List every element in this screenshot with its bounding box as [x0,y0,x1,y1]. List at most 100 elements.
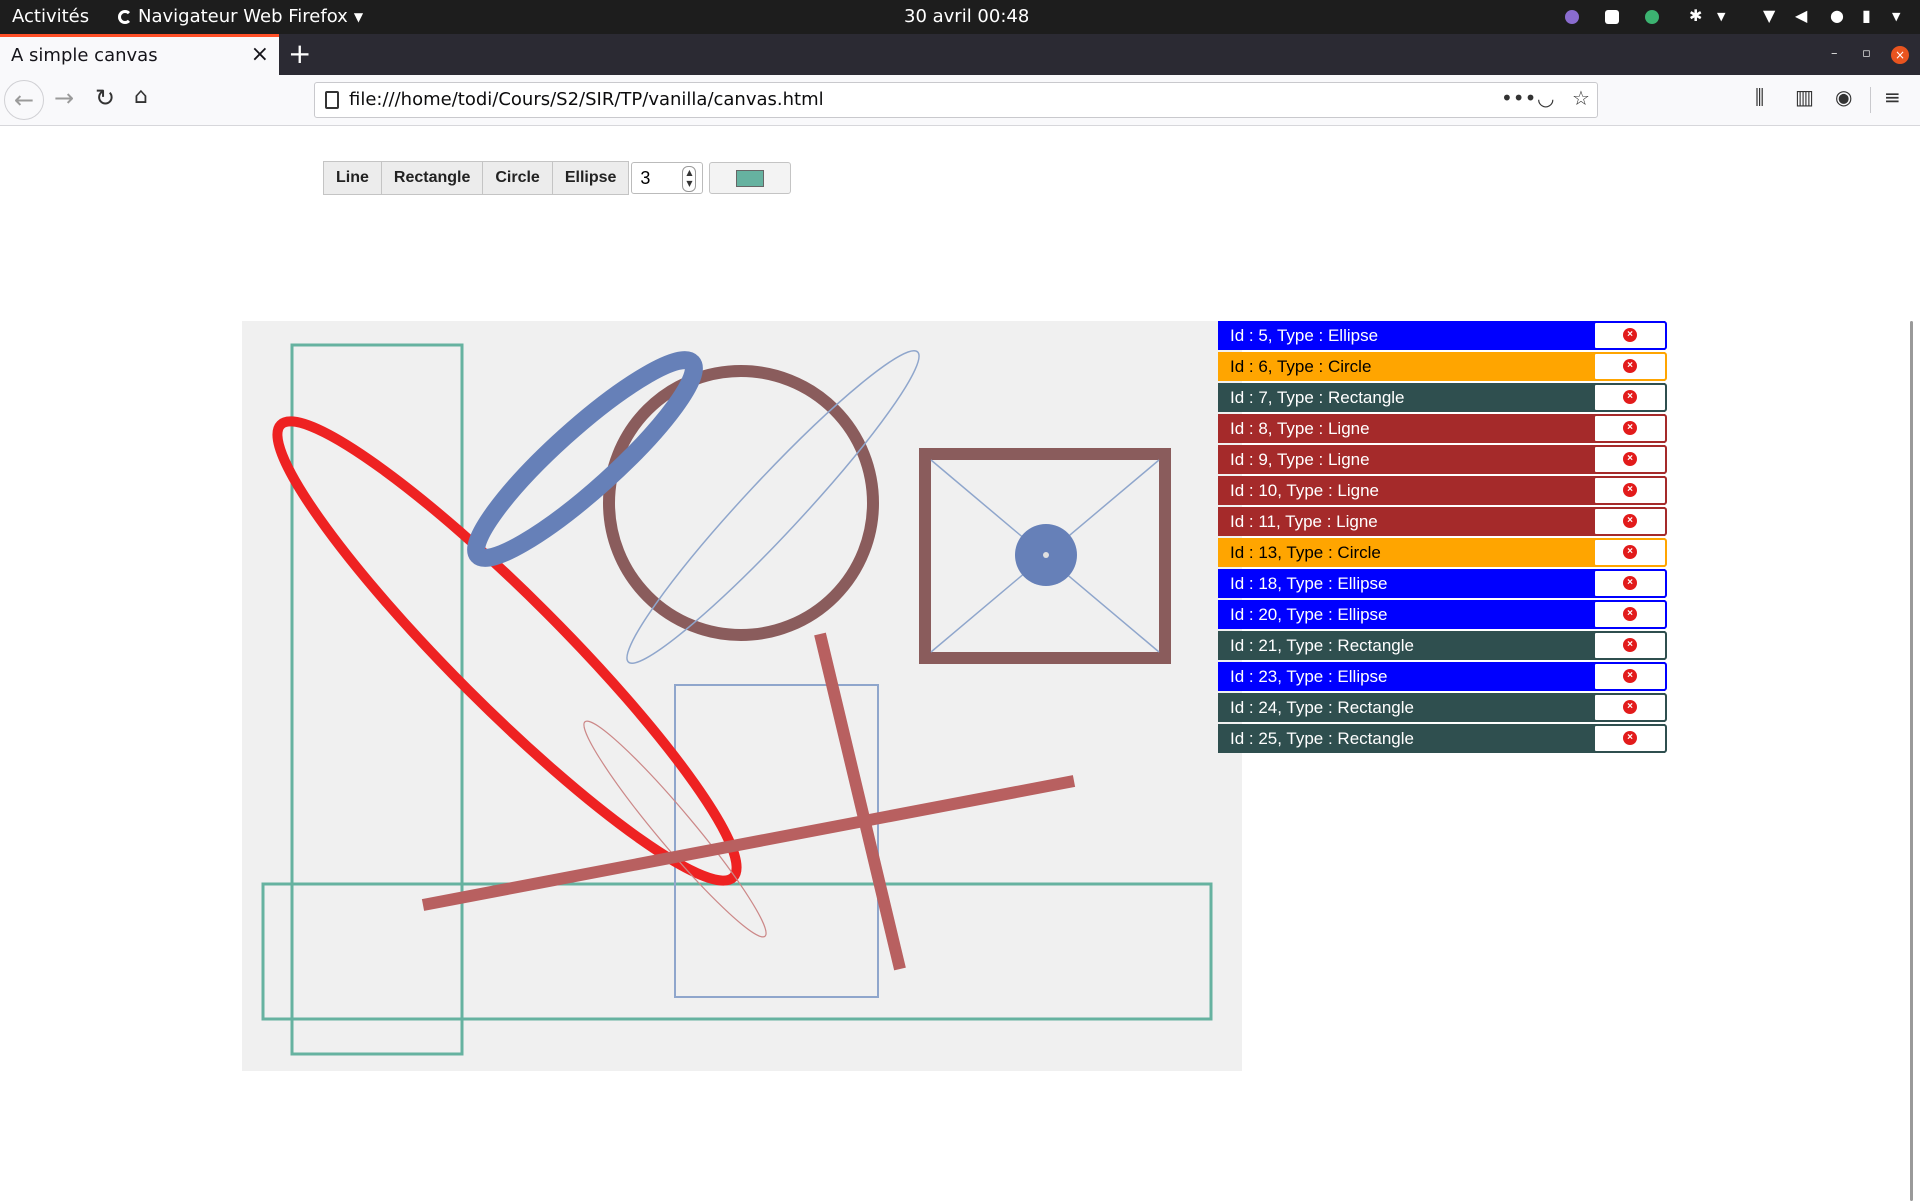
page-content: Line Rectangle Circle Ellipse 3 ▲ ▼ Id:… [0,126,1920,1201]
app-menu[interactable]: Navigateur Web Firefox ▼ [118,6,363,27]
url-text[interactable]: file:///home/todi/Cours/S2/SIR/TP/vanill… [349,89,824,110]
delete-icon: × [1623,483,1637,497]
shape-list-item: Id : 20, Type : Ellipse × [1218,600,1667,629]
shape-list-item: Id : 5, Type : Ellipse × [1218,321,1667,350]
shape-list-item: Id : 24, Type : Rectangle × [1218,693,1667,722]
sidebar-icon[interactable]: ▥ [1795,85,1814,109]
canvas-drawing [261,343,1213,1056]
activities-button[interactable]: Activités [12,6,89,27]
shape-list-label: Id : 7, Type : Rectangle [1230,387,1405,407]
forward-icon[interactable]: → [54,84,74,112]
delete-shape-button[interactable]: × [1593,507,1667,536]
shape-line [421,775,1076,911]
rectangle-button[interactable]: Rectangle [380,161,484,195]
delete-shape-button[interactable]: × [1593,476,1667,505]
drawing-canvas[interactable] [242,321,1242,1071]
minimize-icon[interactable]: – [1831,46,1838,61]
hamburger-menu-icon[interactable]: ≡ [1884,85,1901,109]
shape-list-item: Id : 25, Type : Rectangle × [1218,724,1667,753]
back-icon[interactable]: ← [4,80,44,120]
indicator-icon[interactable] [1565,10,1579,24]
chevron-down-icon[interactable]: ▼ [1717,10,1725,23]
delete-icon: × [1623,421,1637,435]
shape-list-label: Id : 11, Type : Ligne [1230,511,1378,531]
ellipse-button[interactable]: Ellipse [551,161,630,195]
circle-button[interactable]: Circle [482,161,553,195]
shape-list-label: Id : 6, Type : Circle [1230,356,1372,376]
restore-icon[interactable]: ▫ [1862,46,1871,61]
toolbar-separator [1870,87,1871,113]
shape-rectangle [261,882,1213,1021]
shape-list-label: Id : 9, Type : Ligne [1230,449,1370,469]
shape-list-label: Id : 25, Type : Rectangle [1230,728,1414,748]
delete-shape-button[interactable]: × [1593,569,1667,598]
battery-icon[interactable]: ▮ [1862,6,1871,25]
chevron-down-icon: ▼ [353,9,364,24]
shape-ellipse [272,416,742,886]
shield-icon[interactable] [1605,10,1619,24]
delete-shape-button[interactable]: × [1593,724,1667,753]
delete-shape-button[interactable]: × [1593,600,1667,629]
shape-list-item: Id : 9, Type : Ligne × [1218,445,1667,474]
volume-icon[interactable]: ◀ [1795,6,1807,25]
thickness-value[interactable]: 3 [640,168,650,189]
color-picker[interactable] [709,162,792,194]
delete-icon: × [1623,700,1637,714]
shape-list-label: Id : 13, Type : Circle [1230,542,1381,562]
shape-list-item: Id : 10, Type : Ligne × [1218,476,1667,505]
delete-shape-button[interactable]: × [1593,383,1667,412]
spinner-arrows-icon[interactable]: ▲ ▼ [682,166,697,192]
shape-list-label: Id : 21, Type : Rectangle [1230,635,1414,655]
pocket-icon[interactable]: ◡ [1537,86,1554,110]
shape-list-label: Id : 24, Type : Rectangle [1230,697,1414,717]
accessibility-icon[interactable]: ✱ [1689,6,1702,25]
home-icon[interactable]: ⌂ [134,84,148,109]
delete-icon: × [1623,452,1637,466]
shape-list-label: Id : 5, Type : Ellipse [1230,325,1379,345]
shape-list-item: Id : 18, Type : Ellipse × [1218,569,1667,598]
page-scrollbar[interactable] [1910,321,1913,1201]
delete-shape-button[interactable]: × [1593,631,1667,660]
url-bar[interactable]: file:///home/todi/Cours/S2/SIR/TP/vanill… [314,82,1598,118]
delete-shape-button[interactable]: × [1593,445,1667,474]
tab-title: A simple canvas [11,45,158,66]
delete-icon: × [1623,669,1637,683]
delete-icon: × [1623,545,1637,559]
microphone-icon[interactable]: ● [1830,6,1844,25]
shape-list-item: Id : 21, Type : Rectangle × [1218,631,1667,660]
shape-rectangle [290,343,464,1056]
delete-shape-button[interactable]: × [1593,662,1667,691]
reload-icon[interactable]: ↻ [95,84,115,112]
shape-list-item: Id : 6, Type : Circle × [1218,352,1667,381]
delete-shape-button[interactable]: × [1593,693,1667,722]
shape-list-item: Id : 13, Type : Circle × [1218,538,1667,567]
wifi-icon[interactable]: ▼ [1763,6,1775,25]
chevron-down-icon[interactable]: ▼ [1892,10,1900,23]
tab-active[interactable]: A simple canvas × [0,34,279,75]
clock[interactable]: 30 avril 00:48 [904,6,1029,27]
delete-icon: × [1623,514,1637,528]
line-button[interactable]: Line [323,161,382,195]
bookmark-star-icon[interactable]: ☆ [1572,86,1590,110]
close-icon[interactable]: × [251,42,269,67]
delete-shape-button[interactable]: × [1593,321,1667,350]
app-menu-label: Navigateur Web Firefox [138,6,348,27]
shape-list-item: Id : 11, Type : Ligne × [1218,507,1667,536]
more-actions-icon[interactable]: ••• [1501,86,1536,110]
window-close-icon[interactable]: × [1891,46,1909,64]
delete-icon: × [1623,576,1637,590]
shape-list-label: Id : 10, Type : Ligne [1230,480,1380,500]
thickness-spinner[interactable]: 3 ▲ ▼ [631,162,704,194]
shape-ellipse [467,351,703,567]
check-icon[interactable] [1645,10,1659,24]
library-icon[interactable]: ⫼ [1755,85,1764,109]
account-icon[interactable]: ◉ [1835,85,1852,109]
shape-circle [603,365,879,641]
delete-icon: × [1623,607,1637,621]
delete-shape-button[interactable]: × [1593,538,1667,567]
drawing-toolbar: Line Rectangle Circle Ellipse 3 ▲ ▼ [323,161,792,195]
new-tab-icon[interactable]: + [288,37,311,70]
delete-shape-button[interactable]: × [1593,352,1667,381]
system-top-bar: Activités Navigateur Web Firefox ▼ 30 av… [0,0,1920,34]
delete-shape-button[interactable]: × [1593,414,1667,443]
